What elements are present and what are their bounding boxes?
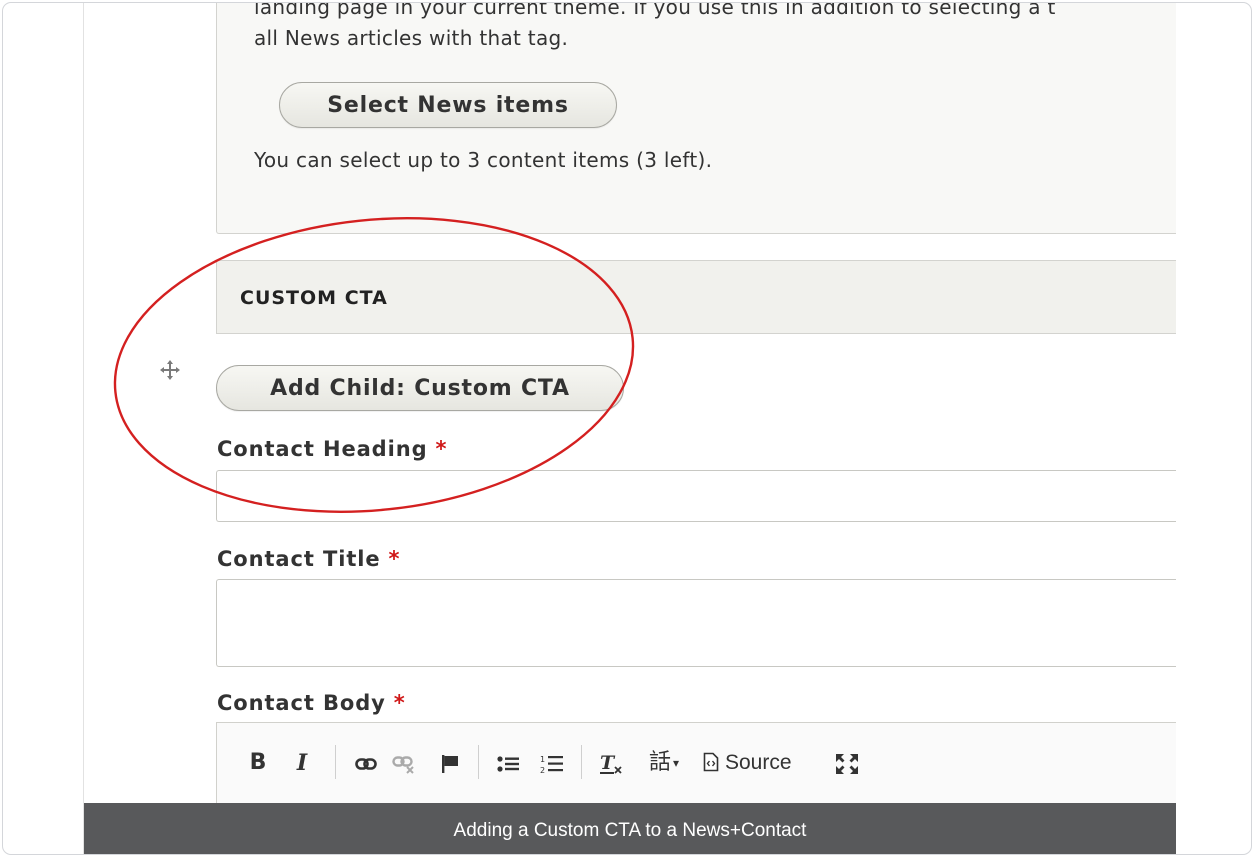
required-marker: * [393,691,406,715]
contact-title-text: Contact Title [217,547,381,571]
contact-title-input[interactable] [216,579,1176,667]
selection-note: You can select up to 3 content items (3 … [254,148,713,172]
editor-toolbar: B I 1 2 T 話 ▾ Source [216,722,1176,804]
unlink-icon[interactable] [389,723,419,803]
figure-frame: landing page in your current theme. If y… [2,2,1252,855]
required-marker: * [435,437,448,461]
contact-heading-input[interactable] [216,470,1176,522]
flag-icon[interactable] [435,723,465,803]
svg-text:2: 2 [540,766,545,775]
source-label: Source [725,751,792,774]
screenshot: landing page in your current theme. If y… [83,3,1176,854]
add-child-custom-cta-button[interactable]: Add Child: Custom CTA [216,365,624,411]
help-text-line-2: all News articles with that tag. [254,26,569,50]
required-marker: * [388,547,401,571]
svg-text:T: T [600,752,616,774]
bold-button[interactable]: B [245,723,271,803]
maximize-icon[interactable] [831,723,863,803]
source-button[interactable]: Source [703,723,823,803]
help-text-line-1: landing page in your current theme. If y… [254,3,1056,19]
news-fieldset: landing page in your current theme. If y… [216,3,1176,234]
contact-title-label: Contact Title * [217,547,400,571]
toolbar-separator [335,745,336,779]
contact-heading-label: Contact Heading * [217,437,447,461]
custom-cta-title: CUSTOM CTA [240,287,388,309]
custom-cta-header[interactable]: CUSTOM CTA [216,260,1176,334]
toolbar-separator [581,745,582,779]
link-icon[interactable] [351,723,381,803]
contact-body-label: Contact Body * [217,691,406,715]
remove-format-icon[interactable]: T [595,723,627,803]
svg-text:1: 1 [540,755,545,764]
contact-heading-text: Contact Heading [217,437,428,461]
italic-button[interactable]: I [289,723,315,803]
bulleted-list-icon[interactable] [493,723,523,803]
select-news-items-button[interactable]: Select News items [279,82,617,128]
move-arrows-icon[interactable] [156,359,184,387]
language-icon[interactable]: 話 ▾ [641,723,687,803]
numbered-list-icon[interactable]: 1 2 [537,723,567,803]
figure-caption: Adding a Custom CTA to a News+Contact [84,803,1176,854]
toolbar-separator [478,745,479,779]
contact-body-text: Contact Body [217,691,386,715]
